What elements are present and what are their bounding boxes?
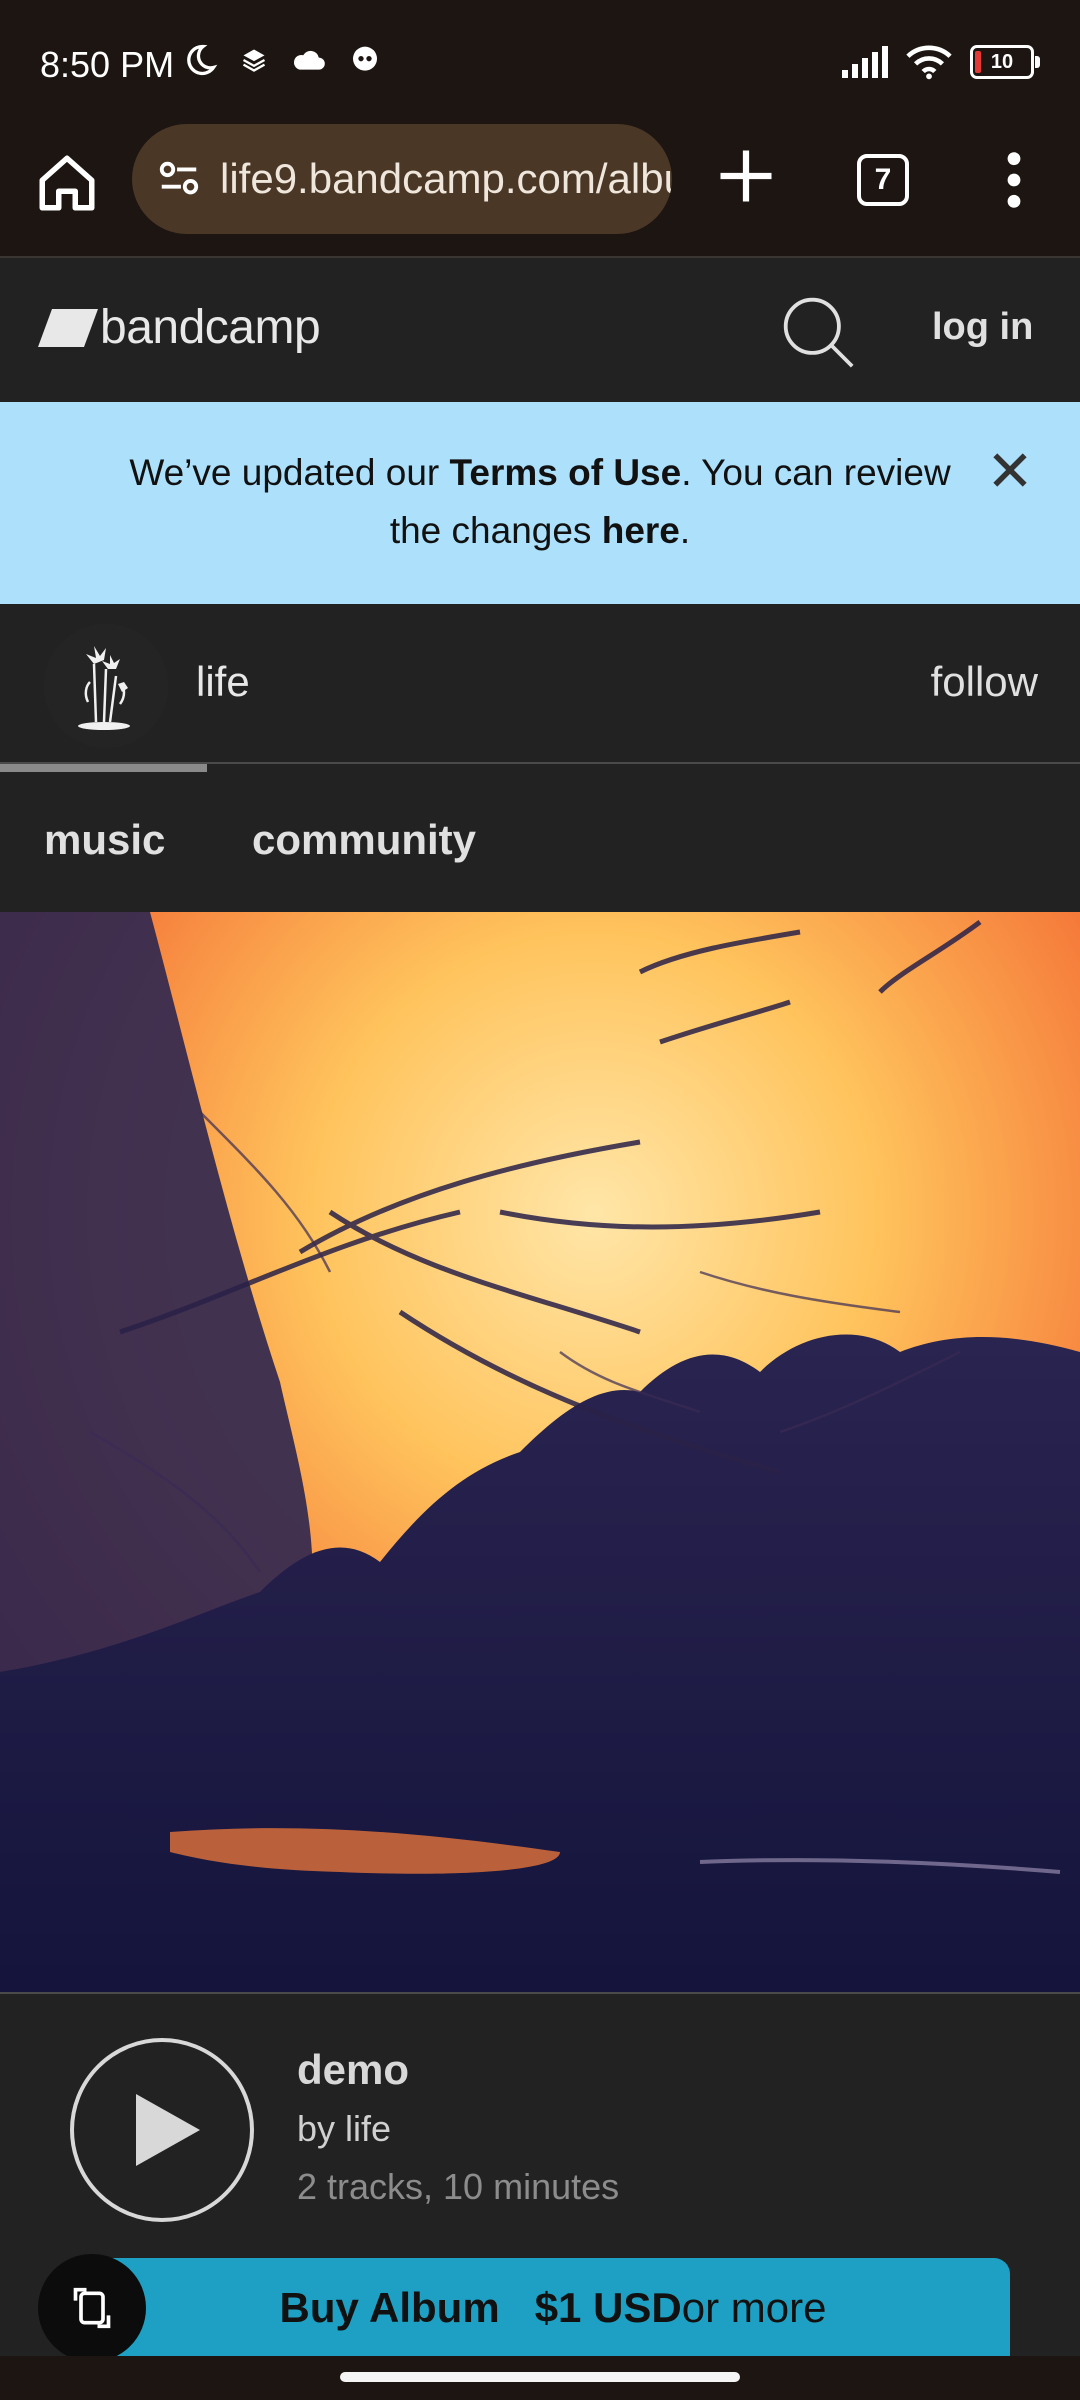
more-menu-icon[interactable] — [996, 148, 1032, 212]
artist-tabs: music community — [0, 764, 1080, 914]
artist-name[interactable]: life — [196, 658, 250, 706]
here-link[interactable]: here — [602, 510, 680, 551]
search-icon[interactable] — [780, 294, 856, 370]
play-icon — [136, 2094, 200, 2166]
album-player: demo by life 2 tracks, 10 minutes Buy Al… — [0, 1992, 1080, 2358]
layers-icon — [242, 49, 266, 72]
new-tab-icon[interactable] — [712, 142, 780, 210]
bandcamp-logo-text: bandcamp — [100, 301, 321, 354]
battery-level: 10 — [990, 50, 1014, 73]
bandcamp-logo[interactable]: bandcamp — [38, 300, 321, 355]
album-title: demo — [297, 2046, 410, 2093]
buy-suffix: or more — [681, 2284, 827, 2331]
site-header: bandcamp log in — [0, 258, 1080, 402]
notice-text: We’ve updated our Terms of Use. You can … — [100, 444, 980, 560]
gesture-nav-bar — [0, 2356, 1080, 2400]
album-meta: 2 tracks, 10 minutes — [297, 2166, 620, 2207]
url-text[interactable]: life9.bandcamp.com/album — [220, 155, 672, 203]
tabs-icon[interactable]: 7 — [857, 154, 909, 206]
signal-icon — [842, 46, 888, 78]
moon-icon — [187, 44, 218, 76]
status-icons-right: 10 — [840, 44, 1040, 80]
rotate-screen-button[interactable] — [38, 2254, 146, 2362]
address-bar[interactable]: life9.bandcamp.com/album — [132, 124, 672, 234]
close-icon[interactable] — [988, 448, 1032, 492]
battery-icon: 10 — [970, 45, 1040, 79]
play-button[interactable] — [70, 2038, 254, 2222]
tab-count: 7 — [874, 163, 892, 196]
buy-label: Buy Album — [279, 2284, 500, 2331]
buy-price: $1 USD — [534, 2284, 682, 2331]
artist-bar: life follow — [0, 604, 1080, 764]
browser-toolbar: life9.bandcamp.com/album 7 — [0, 124, 1080, 258]
flower-avatar-image — [44, 624, 168, 748]
tab-community[interactable]: community — [252, 816, 476, 864]
wifi-icon — [906, 45, 952, 80]
bandcamp-logo-mark-icon — [38, 308, 98, 347]
home-icon[interactable] — [34, 150, 100, 216]
rotate-icon — [73, 2287, 111, 2329]
notice-part3: . — [679, 510, 691, 551]
status-bar: 8:50 PM 10 — [0, 0, 1080, 124]
home-gesture-handle[interactable] — [340, 2372, 740, 2382]
cloud-icon — [293, 50, 325, 70]
site-settings-icon[interactable] — [156, 156, 202, 202]
notice-part1: We’ve updated our — [129, 452, 450, 493]
follow-button[interactable]: follow — [931, 658, 1038, 706]
status-icons-left — [182, 42, 382, 78]
active-tab-indicator — [0, 764, 207, 772]
terms-notice-banner: We’ve updated our Terms of Use. You can … — [0, 402, 1080, 604]
login-link[interactable]: log in — [932, 306, 1033, 349]
album-cover-image[interactable] — [0, 912, 1080, 1992]
avatar[interactable] — [44, 624, 168, 748]
terms-of-use-link[interactable]: Terms of Use — [450, 452, 682, 493]
tab-music[interactable]: music — [44, 816, 165, 864]
album-artist-line: by life — [297, 2108, 392, 2149]
status-time: 8:50 PM — [40, 44, 175, 85]
sunset-trees-artwork — [0, 912, 1080, 1992]
buy-album-button[interactable]: Buy Album $1 USD or more — [96, 2258, 1010, 2358]
chat-icon — [353, 46, 377, 71]
